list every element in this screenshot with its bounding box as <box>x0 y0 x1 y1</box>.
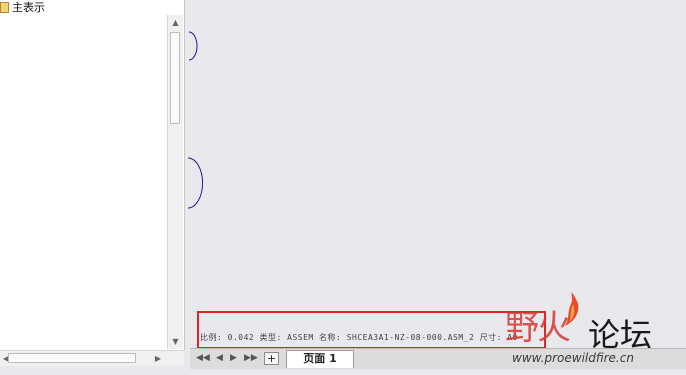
tree-item-label: 主表示 <box>12 1 45 14</box>
scroll-thumb[interactable] <box>170 32 180 124</box>
arc-shape-top <box>188 31 198 61</box>
watermark-logo-red: 野火 <box>505 308 571 348</box>
drawing-canvas[interactable] <box>185 0 686 346</box>
arc-shape-bottom <box>187 157 204 209</box>
scroll-up-icon[interactable]: ▲ <box>168 15 183 30</box>
scroll-right-icon[interactable]: ▶ <box>152 351 164 366</box>
scroll-down-icon[interactable]: ▼ <box>168 334 183 349</box>
flame-icon <box>565 292 579 326</box>
tab-page-1[interactable]: 页面 1 <box>286 350 354 368</box>
first-page-icon[interactable]: ◀◀ <box>196 353 210 363</box>
highlight-box <box>197 311 546 349</box>
next-page-icon[interactable]: ▶ <box>230 353 237 363</box>
tree-item-main-representation[interactable]: 主表示 <box>0 0 45 14</box>
model-tree-panel: 主表示 ▲ ▼ ◀ ▶ <box>0 0 185 366</box>
last-page-icon[interactable]: ▶▶ <box>244 353 258 363</box>
add-page-button[interactable]: + <box>264 352 279 365</box>
watermark-url: www.proewildfire.cn <box>512 351 634 365</box>
scroll-thumb-horizontal[interactable] <box>8 353 136 363</box>
horizontal-scrollbar[interactable]: ◀ ▶ <box>0 350 184 366</box>
vertical-scrollbar[interactable]: ▲ ▼ <box>167 15 183 349</box>
representation-icon <box>0 1 9 13</box>
previous-page-icon[interactable]: ◀ <box>216 353 223 363</box>
